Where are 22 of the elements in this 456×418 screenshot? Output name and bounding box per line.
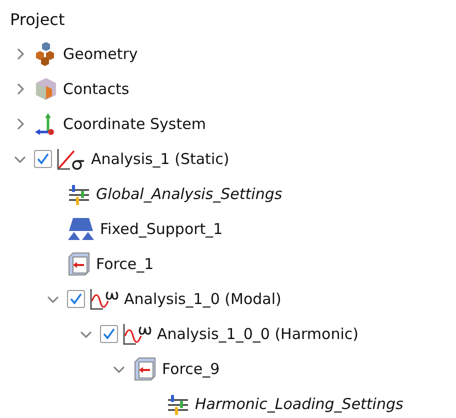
wave-omega-icon	[89, 286, 119, 310]
tree-item[interactable]: Coordinate System	[63, 114, 206, 132]
wave-omega-icon	[122, 322, 152, 346]
tree-item[interactable]: Fixed_Support_1	[100, 220, 223, 238]
force-box-icon	[67, 252, 91, 276]
checkbox[interactable]	[67, 290, 85, 308]
tree-item[interactable]: Analysis_1_0_0 (Harmonic)	[157, 324, 358, 342]
force-box-icon	[133, 356, 157, 380]
checkbox[interactable]	[100, 324, 118, 342]
tree-item[interactable]: Geometry	[63, 44, 138, 62]
panel-title: Project	[9, 9, 66, 31]
tree-item[interactable]: Analysis_1_0 (Modal)	[124, 290, 282, 308]
sigma-graph-icon	[56, 146, 86, 170]
fixed-support-icon	[67, 216, 95, 240]
tree-item[interactable]: Harmonic_Loading_Settings	[195, 394, 404, 412]
cube-icon	[34, 76, 58, 100]
tree-item[interactable]: Contacts	[63, 80, 130, 98]
tree-item[interactable]: Force_1	[96, 254, 154, 272]
tree-item[interactable]: Analysis_1 (Static)	[91, 150, 230, 168]
tree-item[interactable]: Force_9	[162, 360, 220, 378]
checkbox[interactable]	[34, 150, 52, 168]
tree-item[interactable]: Global_Analysis_Settings	[96, 184, 282, 202]
